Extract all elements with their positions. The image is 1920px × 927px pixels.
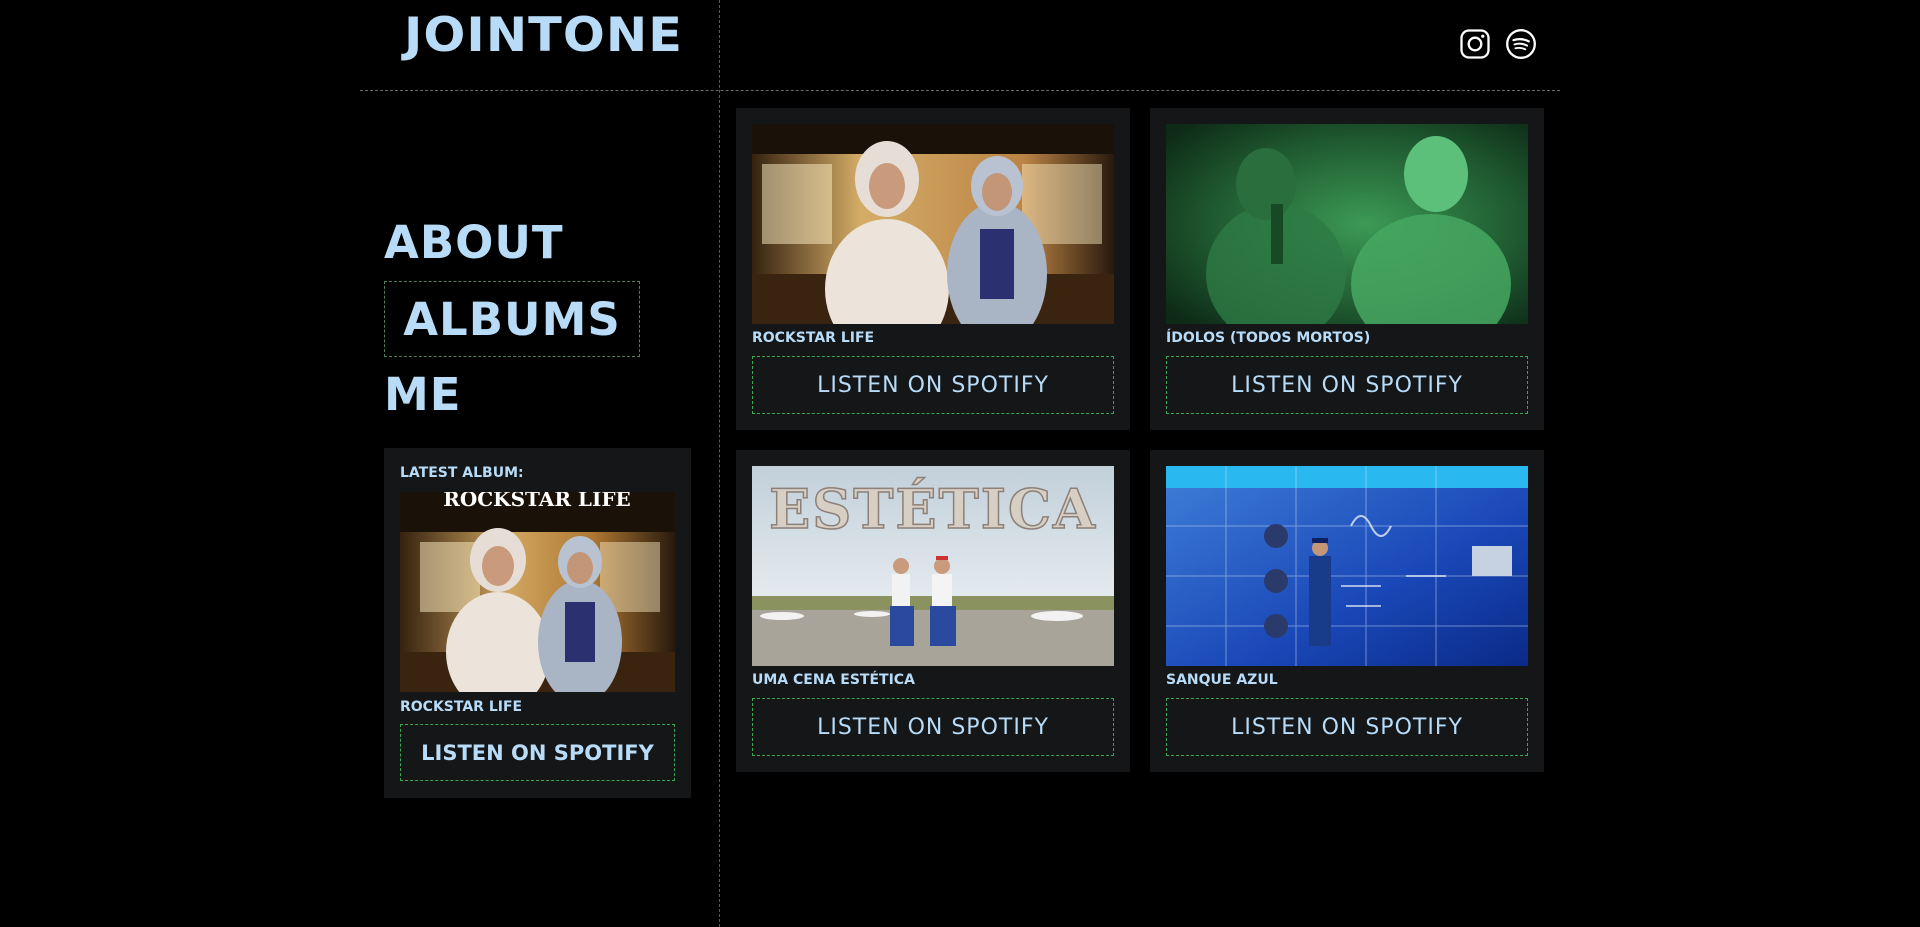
listen-on-spotify-button[interactable]: LISTEN ON SPOTIFY	[1166, 356, 1528, 414]
instagram-icon	[1460, 29, 1490, 59]
nav-about[interactable]: ABOUT	[384, 216, 564, 270]
album-card: ESTÉTICA UMA CENA ESTÉTICA LISTEN ON SPO…	[736, 450, 1130, 772]
latest-album-title: ROCKSTAR LIFE	[400, 699, 523, 715]
listen-on-spotify-button[interactable]: LISTEN ON SPOTIFY	[752, 356, 1114, 414]
horizontal-divider	[360, 90, 1560, 91]
spotify-link[interactable]	[1505, 28, 1537, 60]
nav-albums-label: ALBUMS	[403, 292, 621, 346]
page: JOINTONE ABOUT ALBUMS ME LATEST ALBUM: R…	[0, 0, 1920, 927]
cover-text-estetica: ESTÉTICA	[769, 477, 1097, 541]
latest-album-label: LATEST ALBUM:	[400, 465, 524, 481]
nav-me[interactable]: ME	[384, 368, 462, 422]
listen-on-spotify-button[interactable]: LISTEN ON SPOTIFY	[1166, 698, 1528, 756]
album-cover[interactable]: ESTÉTICA	[752, 466, 1114, 666]
site-logo[interactable]: JOINTONE	[404, 6, 683, 66]
album-title: SANQUE AZUL	[1166, 672, 1278, 688]
spotify-icon	[1506, 29, 1536, 59]
album-cover[interactable]	[1166, 124, 1528, 324]
listen-on-spotify-button[interactable]: LISTEN ON SPOTIFY	[752, 698, 1114, 756]
latest-album-cover[interactable]: ROCKSTAR LIFE	[400, 492, 675, 692]
album-card: ÍDOLOS (TODOS MORTOS) LISTEN ON SPOTIFY	[1150, 108, 1544, 430]
latest-album-card: LATEST ALBUM: ROCKSTAR LIFE ROCKSTAR LIF…	[384, 448, 691, 798]
vertical-divider	[719, 0, 720, 927]
instagram-link[interactable]	[1459, 28, 1491, 60]
album-title: ROCKSTAR LIFE	[752, 330, 875, 346]
album-cover[interactable]	[752, 124, 1114, 324]
album-cover[interactable]	[1166, 466, 1528, 666]
nav-albums[interactable]: ALBUMS	[384, 281, 640, 357]
latest-cover-text: ROCKSTAR LIFE	[443, 492, 631, 511]
album-card: ROCKSTAR LIFE LISTEN ON SPOTIFY	[736, 108, 1130, 430]
album-card: SANQUE AZUL LISTEN ON SPOTIFY	[1150, 450, 1544, 772]
album-title: UMA CENA ESTÉTICA	[752, 672, 915, 688]
album-title: ÍDOLOS (TODOS MORTOS)	[1166, 330, 1371, 346]
latest-listen-button[interactable]: LISTEN ON SPOTIFY	[400, 724, 675, 781]
